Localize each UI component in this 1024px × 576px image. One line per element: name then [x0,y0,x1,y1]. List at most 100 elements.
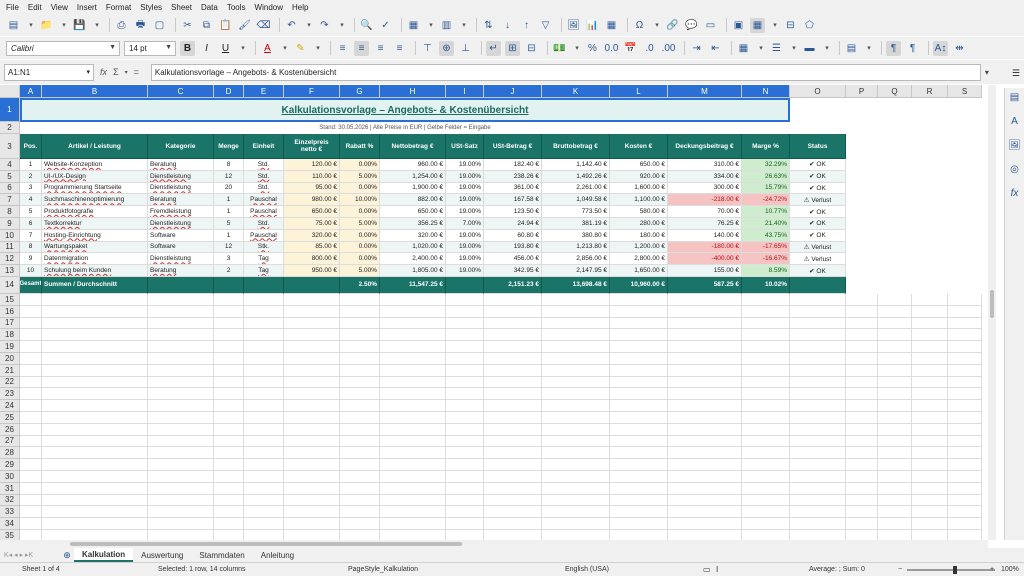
empty-cell[interactable] [446,518,484,530]
table-cell[interactable]: 320.00 € [380,229,446,242]
increase-indent-icon[interactable]: ⇥ [689,41,704,56]
empty-cell[interactable] [878,352,912,365]
empty-cell[interactable] [846,447,878,460]
empty-cell[interactable] [42,459,148,471]
underline-dropdown-icon[interactable]: ▾ [237,41,249,56]
empty-cell[interactable] [446,447,484,460]
row-header-13[interactable]: 13 [0,265,20,277]
insert-mode-icon[interactable]: I [716,565,718,574]
empty-cell[interactable] [214,459,244,471]
empty-cell[interactable] [846,470,878,483]
empty-cell[interactable] [284,388,340,401]
empty-cell[interactable] [214,518,244,530]
row-header-29[interactable]: 29 [0,459,20,471]
table-cell[interactable]: 1,020.00 € [380,241,446,254]
undo-icon[interactable]: ↶ [284,18,299,33]
table-cell[interactable]: 110.00 € [284,170,340,183]
table-cell[interactable]: 1 [20,159,42,171]
table-cell[interactable]: Pauschal [244,206,284,218]
empty-cell[interactable] [42,482,148,495]
empty-cell[interactable] [340,411,380,424]
empty-cell[interactable] [878,329,912,342]
column-header-h[interactable]: H [380,85,446,98]
column-header-k[interactable]: K [542,85,610,98]
empty-cell[interactable] [446,317,484,330]
table-cell[interactable]: 12 [214,170,244,183]
empty-cell[interactable] [610,352,668,365]
delete-decimal-icon[interactable]: .00 [661,41,676,56]
print-icon[interactable]: 🖶 [133,18,148,33]
table-cell[interactable]: 26.63% [742,170,790,183]
empty-cell[interactable] [446,329,484,342]
empty-cell[interactable] [380,423,446,436]
status-page-style[interactable]: PageStyle_Kalkulation [348,566,418,573]
empty-cell[interactable] [214,317,244,330]
hyperlink-icon[interactable]: 🔗 [665,18,680,33]
redo-dropdown-icon[interactable]: ▾ [336,18,348,33]
empty-cell[interactable] [20,305,42,318]
empty-cell[interactable] [878,470,912,483]
empty-cell[interactable] [948,317,982,330]
table-cell[interactable]: 5.00% [340,265,380,277]
table-cell[interactable]: 7.00% [446,217,484,230]
empty-cell[interactable] [20,482,42,495]
row-header-18[interactable]: 18 [0,329,20,342]
table-cell[interactable]: Dienstleistung [148,217,214,230]
empty-cell[interactable] [380,329,446,342]
empty-cell[interactable] [484,494,542,507]
empty-cell[interactable] [244,364,284,377]
totals-cell[interactable] [148,276,214,294]
column-header-e[interactable]: E [244,85,284,98]
define-print-area-icon[interactable]: ▣ [731,18,746,33]
empty-cell[interactable] [668,447,742,460]
empty-cell[interactable] [284,494,340,507]
empty-cell[interactable] [20,459,42,471]
table-cell[interactable]: 1,650.00 € [610,265,668,277]
empty-cell[interactable] [542,518,610,530]
highlight-color-icon[interactable]: ✎ [293,41,308,56]
empty-cell[interactable] [214,482,244,495]
vertical-scrollbar[interactable] [988,85,996,540]
empty-cell[interactable] [340,506,380,519]
empty-cell[interactable] [742,317,790,330]
table-cell[interactable]: 650.00 € [610,159,668,171]
column-header-a[interactable]: A [20,85,42,98]
empty-cell[interactable] [20,529,42,540]
table-cell[interactable]: Datenmigration [42,253,148,266]
empty-cell[interactable] [446,435,484,448]
empty-cell[interactable] [42,317,148,330]
table-cell[interactable]: 882.00 € [380,194,446,207]
row-header-14[interactable]: 14 [0,276,20,294]
empty-cell[interactable] [484,400,542,412]
empty-cell[interactable] [380,305,446,318]
empty-cell[interactable] [148,529,214,540]
empty-cell[interactable] [742,482,790,495]
empty-cell[interactable] [912,400,948,412]
table-cell[interactable]: 70.00 € [668,206,742,218]
gallery-icon[interactable]: 🖼 [1008,140,1022,154]
empty-cell[interactable] [446,364,484,377]
empty-cell[interactable] [148,341,214,353]
empty-cell[interactable] [668,293,742,306]
currency-dropdown-icon[interactable]: ▾ [571,41,583,56]
empty-cell[interactable] [42,329,148,342]
empty-cell[interactable] [20,518,42,530]
find-replace-icon[interactable]: 🔍 [359,18,374,33]
sheet-subtitle-cell[interactable]: Stand: 30.05.2026 | Alle Preise in EUR |… [20,122,790,134]
empty-cell[interactable] [948,305,982,318]
empty-cell[interactable] [790,341,846,353]
empty-cell[interactable] [912,447,948,460]
row-header-9[interactable]: 9 [0,217,20,230]
save-dropdown-icon[interactable]: ▾ [91,18,103,33]
border-style-icon[interactable]: ☰ [769,41,784,56]
empty-cell[interactable] [380,376,446,389]
empty-cell[interactable] [878,447,912,460]
empty-cell[interactable] [610,529,668,540]
empty-cell[interactable] [214,329,244,342]
insert-chart-icon[interactable]: 📊 [585,18,600,33]
table-cell[interactable]: 32.29% [742,159,790,171]
status-language[interactable]: English (USA) [565,566,609,573]
empty-cell[interactable] [668,529,742,540]
empty-cell[interactable] [244,293,284,306]
table-cell[interactable]: Hosting-Einrichtung [42,229,148,242]
